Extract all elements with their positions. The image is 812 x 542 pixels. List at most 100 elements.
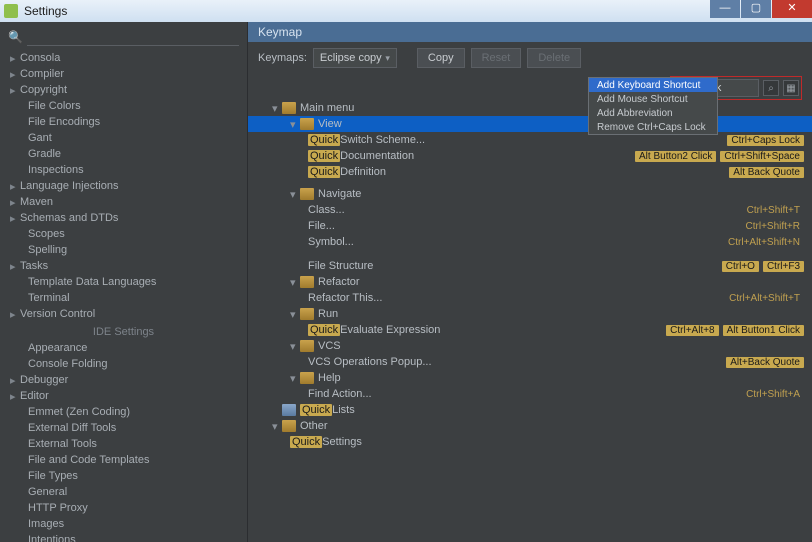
sidebar-item-label: Images xyxy=(28,518,64,530)
expand-arrow-icon: ▸ xyxy=(10,84,20,97)
shortcut-badge: Ctrl+Shift+Space xyxy=(720,151,804,162)
sidebar-item-label: Scopes xyxy=(28,228,65,240)
sidebar-item[interactable]: ▸Tasks xyxy=(0,258,247,274)
tree-node-main-menu[interactable]: ▾ Main menu xyxy=(256,100,804,116)
tree-action-vcs-popup[interactable]: VCS Operations Popup...Alt+Back Quote xyxy=(256,354,804,370)
shortcut-badge: Ctrl+F3 xyxy=(763,261,804,272)
window-buttons: — ▢ ✕ xyxy=(710,0,812,18)
folder-open-icon xyxy=(300,188,314,200)
tree-node-quick-lists[interactable]: Quick Lists xyxy=(256,402,804,418)
expand-arrow-icon: ▸ xyxy=(10,308,20,321)
tree-node-navigate[interactable]: ▾ Navigate xyxy=(256,186,804,202)
tree-node-help[interactable]: ▾Help xyxy=(256,370,804,386)
keymaps-value: Eclipse copy xyxy=(320,52,382,64)
tree-action-quick-def[interactable]: Quick Definition Alt Back Quote xyxy=(256,164,804,180)
sidebar-item[interactable]: ▸Compiler xyxy=(0,66,247,82)
sidebar-item[interactable]: HTTP Proxy xyxy=(0,500,247,516)
sidebar-item[interactable]: Terminal xyxy=(0,290,247,306)
tree-action-refactor-this[interactable]: Refactor This...Ctrl+Alt+Shift+T xyxy=(256,290,804,306)
dialog-body: 🔍 ▸Consola▸Compiler▸Copyright File Colors… xyxy=(0,22,812,542)
shortcut-text: Ctrl+Shift+R xyxy=(742,221,804,232)
sidebar-item[interactable]: Scopes xyxy=(0,226,247,242)
sidebar-item[interactable]: File Types xyxy=(0,468,247,484)
keymaps-dropdown[interactable]: Eclipse copy ▾ xyxy=(313,48,397,68)
sidebar-item-label: Terminal xyxy=(28,292,70,304)
sidebar-item-label: Gant xyxy=(28,132,52,144)
chevron-down-icon: ▾ xyxy=(385,53,390,64)
sidebar-item[interactable]: Images xyxy=(0,516,247,532)
sidebar-item[interactable]: File and Code Templates xyxy=(0,452,247,468)
copy-button[interactable]: Copy xyxy=(417,48,465,68)
sidebar-item-label: File Colors xyxy=(28,100,81,112)
keymap-toolbar: Keymaps: Eclipse copy ▾ Copy Reset Delet… xyxy=(248,42,812,74)
sidebar-item[interactable]: Template Data Languages xyxy=(0,274,247,290)
tree-action-quick-switch[interactable]: Quick Switch Scheme... Ctrl+Caps Lock xyxy=(256,132,804,148)
tree-node-view[interactable]: ▾ View xyxy=(256,116,804,132)
sidebar-item[interactable]: ▸Debugger xyxy=(0,372,247,388)
sidebar-item[interactable]: ▸Language Injections xyxy=(0,178,247,194)
sidebar-item[interactable]: Appearance xyxy=(0,340,247,356)
sidebar-item-label: Intentions xyxy=(28,534,76,542)
menu-add-mouse-shortcut[interactable]: Add Mouse Shortcut xyxy=(589,92,717,106)
sidebar-item[interactable]: External Diff Tools xyxy=(0,420,247,436)
sidebar-item[interactable]: External Tools xyxy=(0,436,247,452)
sidebar-item[interactable]: ▸Schemas and DTDs xyxy=(0,210,247,226)
sidebar-item[interactable]: General xyxy=(0,484,247,500)
tree-action-class[interactable]: Class...Ctrl+Shift+T xyxy=(256,202,804,218)
sidebar-item[interactable]: Gradle xyxy=(0,146,247,162)
sidebar-item[interactable]: Spelling xyxy=(0,242,247,258)
reset-button[interactable]: Reset xyxy=(471,48,522,68)
sidebar-item-label: Console Folding xyxy=(28,358,108,370)
expand-arrow-icon: ▸ xyxy=(10,374,20,387)
sidebar-item-label: Debugger xyxy=(20,374,68,386)
tree-action-file-structure[interactable]: File StructureCtrl+OCtrl+F3 xyxy=(256,258,804,274)
sidebar-item[interactable]: ▸Consola xyxy=(0,50,247,66)
sidebar-item[interactable]: Intentions xyxy=(0,532,247,542)
tree-action-quick-doc[interactable]: Quick Documentation Alt Button2 Click Ct… xyxy=(256,148,804,164)
sidebar-item[interactable]: File Colors xyxy=(0,98,247,114)
folder-open-icon xyxy=(300,276,314,288)
menu-add-abbreviation[interactable]: Add Abbreviation xyxy=(589,106,717,120)
expand-arrow-icon: ▸ xyxy=(10,212,20,225)
sidebar-item-label: Spelling xyxy=(28,244,67,256)
sidebar-item[interactable]: Console Folding xyxy=(0,356,247,372)
sidebar-item-label: File Encodings xyxy=(28,116,100,128)
sidebar-item[interactable]: Emmet (Zen Coding) xyxy=(0,404,247,420)
expand-arrow-icon: ▸ xyxy=(10,196,20,209)
tree-action-file[interactable]: File...Ctrl+Shift+R xyxy=(256,218,804,234)
settings-sidebar: 🔍 ▸Consola▸Compiler▸Copyright File Colors… xyxy=(0,22,248,542)
sidebar-item-label: File and Code Templates xyxy=(28,454,149,466)
main-panel: Keymap Keymaps: Eclipse copy ▾ Copy Rese… xyxy=(248,22,812,542)
tree-node-other[interactable]: ▾Other xyxy=(256,418,804,434)
sidebar-search-input[interactable] xyxy=(27,28,239,46)
tree-node-run[interactable]: ▾Run xyxy=(256,306,804,322)
tree-node-vcs[interactable]: ▾VCS xyxy=(256,338,804,354)
sidebar-item[interactable]: Gant xyxy=(0,130,247,146)
shortcut-text: Ctrl+Alt+Shift+T xyxy=(725,293,804,304)
sidebar-item[interactable]: ▸Copyright xyxy=(0,82,247,98)
tree-action-quick-settings[interactable]: Quick Settings xyxy=(256,434,804,450)
close-button[interactable]: ✕ xyxy=(772,0,812,18)
sidebar-item-label: File Types xyxy=(28,470,78,482)
menu-add-keyboard-shortcut[interactable]: Add Keyboard Shortcut xyxy=(589,78,717,92)
tree-node-refactor[interactable]: ▾Refactor xyxy=(256,274,804,290)
expand-arrow-icon: ▸ xyxy=(10,68,20,81)
keymaps-label: Keymaps: xyxy=(258,52,307,64)
sidebar-item[interactable]: Inspections xyxy=(0,162,247,178)
menu-remove-shortcut[interactable]: Remove Ctrl+Caps Lock xyxy=(589,120,717,134)
sidebar-item[interactable]: ▸Maven xyxy=(0,194,247,210)
tree-action-find-action[interactable]: Find Action...Ctrl+Shift+A xyxy=(256,386,804,402)
sidebar-item-label: Emmet (Zen Coding) xyxy=(28,406,130,418)
tree-action-symbol[interactable]: Symbol...Ctrl+Alt+Shift+N xyxy=(256,234,804,250)
sidebar-search-row: 🔍 xyxy=(0,22,247,50)
minimize-button[interactable]: — xyxy=(710,0,740,18)
sidebar-item[interactable]: File Encodings xyxy=(0,114,247,130)
sidebar-item[interactable]: ▸Editor xyxy=(0,388,247,404)
sidebar-item[interactable]: ▸Version Control xyxy=(0,306,247,322)
folder-open-icon xyxy=(300,118,314,130)
shortcut-badge: Ctrl+Caps Lock xyxy=(727,135,804,146)
tree-action-quick-eval[interactable]: Quick Evaluate ExpressionCtrl+Alt+8Alt B… xyxy=(256,322,804,338)
delete-button[interactable]: Delete xyxy=(527,48,581,68)
maximize-button[interactable]: ▢ xyxy=(741,0,771,18)
shortcut-text: Ctrl+Shift+T xyxy=(743,205,804,216)
